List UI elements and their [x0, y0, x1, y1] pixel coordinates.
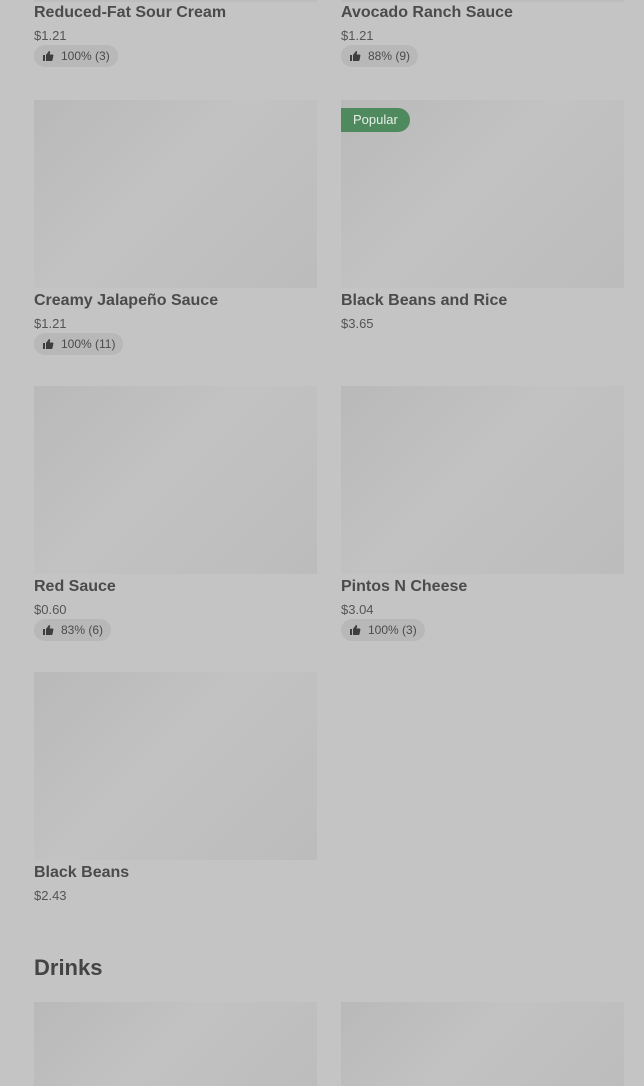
item-rating-text: 100% (3) [61, 49, 110, 63]
item-image [34, 672, 317, 860]
menu-item-card[interactable]: Red Sauce $0.60 83% (6) [34, 386, 317, 658]
item-image: Popular [341, 100, 624, 288]
menu-item-card[interactable]: Pintos N Cheese $3.04 100% (3) [341, 386, 624, 658]
item-price: $0.60 [34, 602, 67, 617]
item-rating-text: 83% (6) [61, 623, 104, 637]
item-name: Reduced-Fat Sour Cream [34, 4, 227, 21]
menu-item-card[interactable]: Black Beans $2.43 [34, 672, 317, 944]
thumbs-up-icon [43, 339, 54, 349]
menu-item-card[interactable]: Avocado Ranch Sauce $1.21 88% (9) [341, 0, 624, 78]
item-name: Creamy Jalapeño Sauce [34, 292, 219, 309]
item-rating-text: 88% (9) [368, 49, 411, 63]
item-image [34, 386, 317, 574]
item-image [341, 386, 624, 574]
item-rating-badge: 100% (3) [34, 45, 118, 67]
item-rating-text: 100% (3) [368, 623, 417, 637]
thumbs-up-icon [350, 51, 361, 61]
menu-item-card[interactable]: Popular Black Beans and Rice $3.65 [341, 100, 624, 372]
menu-page: Reduced-Fat Sour Cream $1.21 100% (3) Av… [0, 0, 644, 1086]
section-title-drinks: Drinks [34, 955, 103, 980]
item-name: Black Beans and Rice [341, 292, 508, 309]
drink-item-card[interactable] [34, 1002, 317, 1086]
item-price: $3.04 [341, 602, 374, 617]
menu-item-card[interactable]: Creamy Jalapeño Sauce $1.21 100% (11) [34, 100, 317, 372]
thumbs-up-icon [350, 625, 361, 635]
popular-badge: Popular [341, 108, 410, 132]
drink-item-card[interactable] [341, 1002, 624, 1086]
item-image [34, 0, 317, 2]
item-rating-badge: 88% (9) [341, 45, 419, 67]
item-price: $3.65 [341, 316, 374, 331]
item-name: Pintos N Cheese [341, 578, 468, 595]
item-name: Avocado Ranch Sauce [341, 4, 513, 21]
item-rating-text: 100% (11) [61, 337, 116, 351]
item-price: $1.21 [34, 316, 67, 331]
thumbs-up-icon [43, 625, 54, 635]
item-rating-badge: 83% (6) [34, 619, 112, 641]
item-name: Red Sauce [34, 578, 116, 595]
menu-item-card[interactable]: Reduced-Fat Sour Cream $1.21 100% (3) [34, 0, 317, 78]
item-name: Black Beans [34, 864, 130, 881]
item-rating-badge: 100% (11) [34, 333, 124, 355]
thumbs-up-icon [43, 51, 54, 61]
item-price: $2.43 [34, 888, 67, 903]
item-rating-badge: 100% (3) [341, 619, 425, 641]
item-price: $1.21 [341, 28, 374, 43]
item-price: $1.21 [34, 28, 67, 43]
item-image [34, 100, 317, 288]
item-image [341, 0, 624, 2]
